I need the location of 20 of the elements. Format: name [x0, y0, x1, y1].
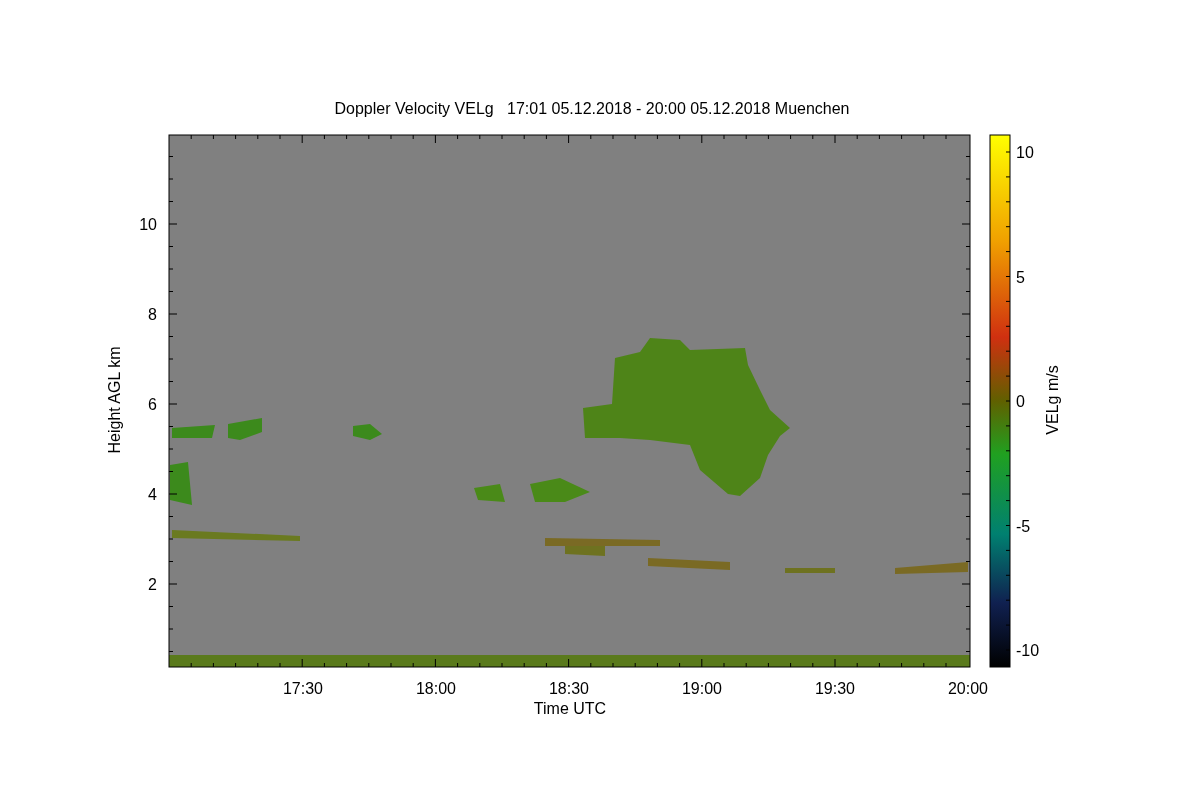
- colorbar-tick-label: -5: [1016, 517, 1031, 535]
- x-tick-label: 18:00: [416, 680, 456, 697]
- x-tick-label: 20:00: [948, 680, 988, 697]
- x-axis-label: Time UTC: [533, 700, 607, 717]
- colorbar-tick-label: -10: [1016, 642, 1040, 659]
- y-axis-label: Height AGL km: [106, 346, 123, 454]
- y-tick-label: 6: [148, 396, 157, 413]
- x-tick-label: 18:30: [549, 680, 589, 697]
- colorbar-tick-label: 0: [1016, 393, 1025, 410]
- plot-title: Doppler Velocity VELg 17:01 05.12.2018 - 20:00 05.12.2018 Muenchen: [334, 100, 850, 117]
- colorbar-tick-label: 10: [1016, 144, 1034, 161]
- x-tick-label: 17:30: [283, 680, 323, 697]
- x-tick-label: 19:00: [682, 680, 722, 697]
- y-tick-label: 10: [139, 216, 157, 233]
- y-tick-label: 4: [148, 486, 157, 503]
- x-tick-label: 19:30: [815, 680, 855, 697]
- y-tick-label: 2: [148, 576, 157, 593]
- colorbar-label: VELg m/s: [1044, 365, 1061, 435]
- y-tick-label: 8: [148, 306, 157, 323]
- colorbar-tick-label: 5: [1016, 268, 1025, 286]
